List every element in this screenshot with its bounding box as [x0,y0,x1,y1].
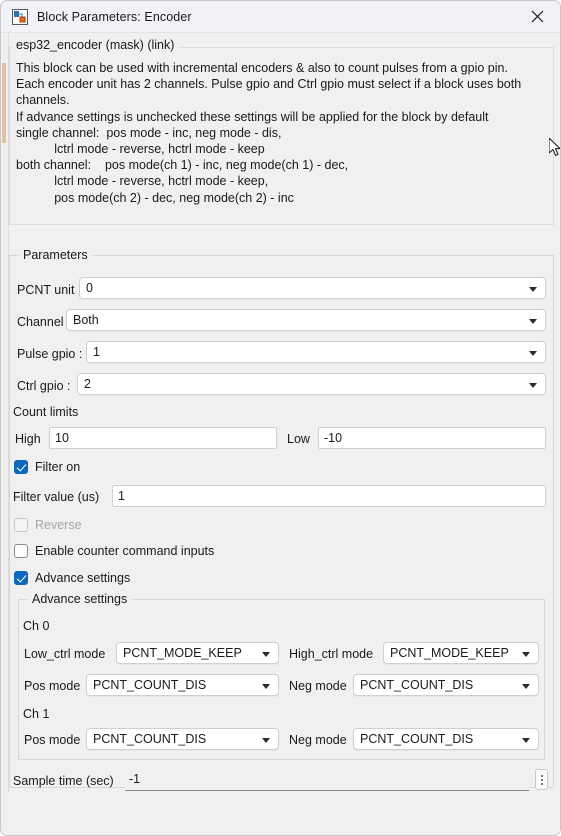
ch0-low-ctrl-label: Low_ctrl mode [24,647,106,661]
chevron-down-icon [522,652,530,657]
low-value: -10 [324,431,343,445]
ch1-neg-mode-value: PCNT_COUNT_DIS [360,732,474,746]
mask-description-pane: This block can be used with incremental … [9,47,554,225]
sample-time-value: -1 [129,772,141,786]
ch1-pos-mode-label: Pos mode [24,733,81,747]
enable-counter-command-inputs-label: Enable counter command inputs [35,544,215,558]
enable-counter-command-inputs-checkbox-row[interactable]: Enable counter command inputs [14,544,214,558]
ellipsis-vertical-icon[interactable] [535,769,548,790]
block-parameters-dialog: Block Parameters: Encoder esp32_encoder … [0,0,561,836]
ch0-low-ctrl-value: PCNT_MODE_KEEP [123,646,242,660]
ch0-low-ctrl-combo[interactable]: PCNT_MODE_KEEP [116,642,279,664]
advance-settings-checkbox[interactable] [14,571,28,585]
ch0-pos-mode-combo[interactable]: PCNT_COUNT_DIS [86,674,279,696]
ch0-high-ctrl-combo[interactable]: PCNT_MODE_KEEP [383,642,539,664]
count-limits-title: Count limits [13,405,79,419]
high-value: 10 [55,431,69,445]
sample-time-input[interactable]: -1 [125,769,529,791]
ch0-label: Ch 0 [23,619,50,633]
chevron-down-icon [529,351,537,356]
pcnt-unit-value: 0 [86,281,93,295]
filter-value-value: 1 [118,489,125,503]
ch1-pos-mode-combo[interactable]: PCNT_COUNT_DIS [86,728,279,750]
pulse-gpio-value: 1 [93,345,100,359]
ch0-neg-mode-label: Neg mode [289,679,347,693]
dialog-body: esp32_encoder (mask) (link) This block c… [1,33,560,835]
chevron-down-icon [529,287,537,292]
ch0-neg-mode-value: PCNT_COUNT_DIS [360,678,474,692]
close-icon[interactable] [515,1,560,32]
ch1-neg-mode-label: Neg mode [289,733,347,747]
parameters-group-title: Parameters [19,248,92,262]
channel-combo[interactable]: Both [66,309,546,331]
ctrl-gpio-value: 2 [84,377,91,391]
ctrl-gpio-label: Ctrl gpio : [17,379,71,393]
left-scrollbar-thumb[interactable] [2,63,6,143]
ctrl-gpio-combo[interactable]: 2 [77,373,546,395]
chevron-down-icon [522,738,530,743]
channel-value: Both [73,313,99,327]
mask-header: esp32_encoder (mask) (link) [12,38,179,52]
ch1-label: Ch 1 [23,707,50,721]
filter-value-label: Filter value (us) [13,490,100,504]
chevron-down-icon [529,383,537,388]
reverse-checkbox [14,518,28,532]
low-label: Low [287,432,310,446]
title-bar: Block Parameters: Encoder [1,1,560,33]
reverse-checkbox-row: Reverse [14,518,82,532]
pcnt-unit-combo[interactable]: 0 [79,277,546,299]
advance-settings-checkbox-row[interactable]: Advance settings [14,571,130,585]
mask-description-text: This block can be used with incremental … [16,61,522,205]
channel-label: Channel [17,315,64,329]
high-input[interactable]: 10 [49,427,277,449]
chevron-down-icon [529,319,537,324]
sample-time-label: Sample time (sec) [13,774,114,788]
filter-value-input[interactable]: 1 [112,485,546,507]
advance-settings-label: Advance settings [35,571,131,585]
chevron-down-icon [262,738,270,743]
ch1-pos-mode-value: PCNT_COUNT_DIS [93,732,207,746]
ch0-pos-mode-label: Pos mode [24,679,81,693]
ch1-neg-mode-combo[interactable]: PCNT_COUNT_DIS [353,728,539,750]
left-scrollbar[interactable] [1,33,9,793]
chevron-down-icon [262,684,270,689]
low-input[interactable]: -10 [318,427,546,449]
filter-on-checkbox[interactable] [14,460,28,474]
filter-on-label: Filter on [35,460,81,474]
enable-counter-command-inputs-checkbox[interactable] [14,544,28,558]
ch0-high-ctrl-value: PCNT_MODE_KEEP [390,646,509,660]
filter-on-checkbox-row[interactable]: Filter on [14,460,80,474]
chevron-down-icon [522,684,530,689]
pulse-gpio-label: Pulse gpio : [17,347,83,361]
chevron-down-icon [262,652,270,657]
high-label: High [15,432,41,446]
reverse-label: Reverse [35,518,82,532]
ch0-neg-mode-combo[interactable]: PCNT_COUNT_DIS [353,674,539,696]
simulink-block-icon [12,8,28,25]
ch0-high-ctrl-label: High_ctrl mode [289,647,374,661]
pulse-gpio-combo[interactable]: 1 [86,341,546,363]
advance-settings-group-title: Advance settings [28,592,132,606]
window-title: Block Parameters: Encoder [37,9,192,24]
ch0-pos-mode-value: PCNT_COUNT_DIS [93,678,207,692]
pcnt-unit-label: PCNT unit [17,283,75,297]
